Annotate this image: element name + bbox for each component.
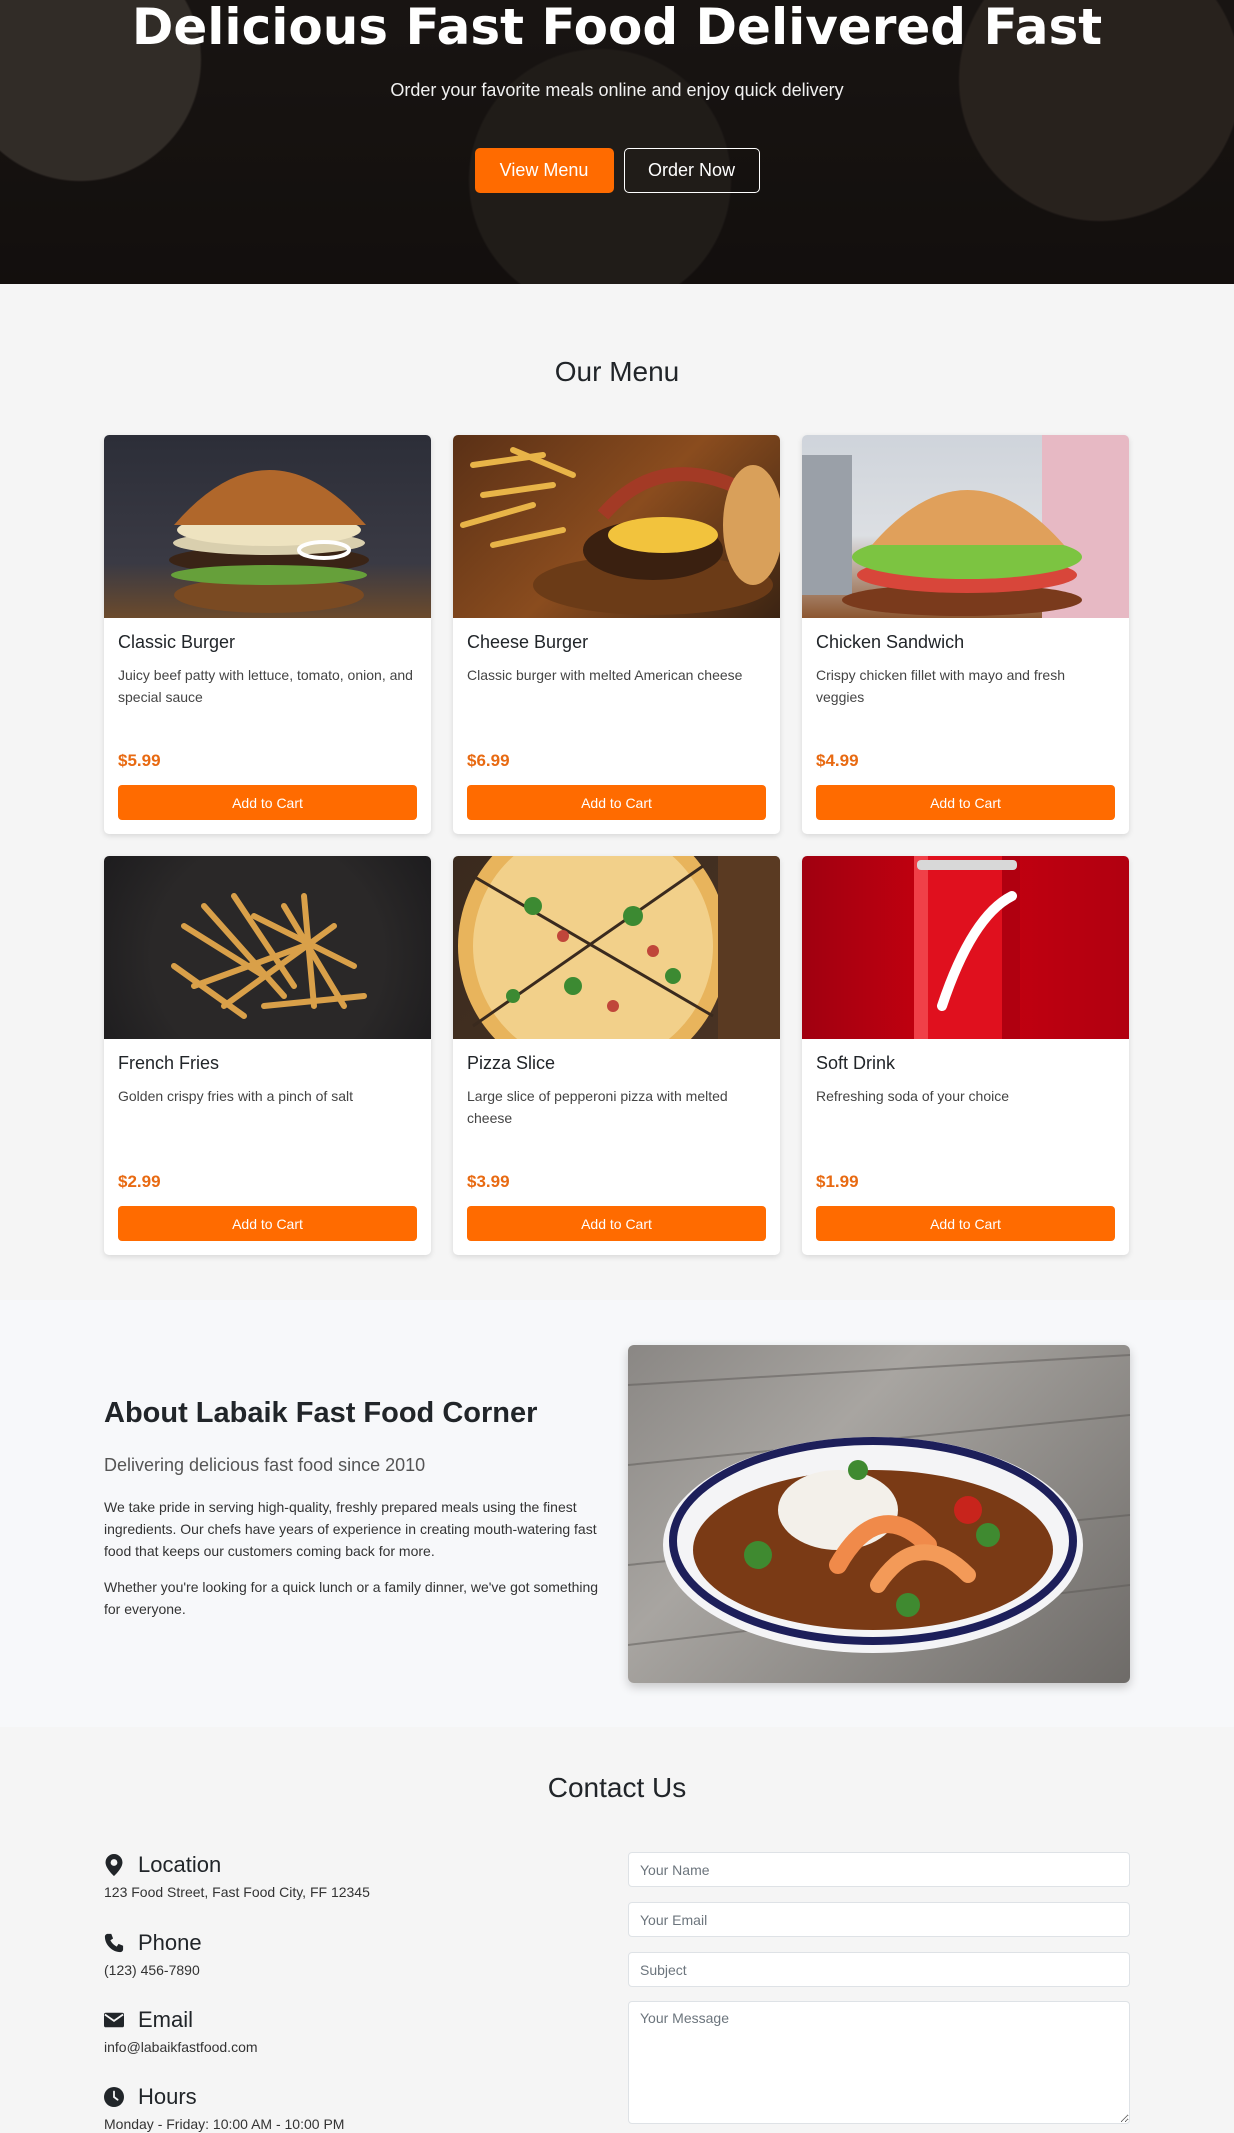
menu-card: French Fries Golden crispy fries with a … <box>104 856 431 1255</box>
about-lead: Delivering delicious fast food since 201… <box>104 1455 426 1475</box>
contact-phone: Phone (123) 456-7890 <box>104 1930 202 1978</box>
card-description: Juicy beef patty with lettuce, tomato, o… <box>118 667 413 705</box>
card-price: $6.99 <box>467 751 510 770</box>
hero-buttons: View Menu Order Now <box>0 148 1234 193</box>
card-price: $1.99 <box>816 1172 859 1191</box>
contact-location: Location 123 Food Street, Fast Food City… <box>104 1852 370 1900</box>
burger-image <box>104 435 431 618</box>
about-title: About Labaik Fast Food Corner <box>104 1397 538 1429</box>
pizza-image <box>453 856 780 1039</box>
name-field[interactable] <box>628 1852 1130 1887</box>
phone-value: (123) 456-7890 <box>104 1962 200 1978</box>
contact-hours: Hours Monday - Friday: 10:00 AM - 10:00 … <box>104 2084 344 2132</box>
add-to-cart-button[interactable]: Add to Cart <box>118 1206 417 1241</box>
card-description: Golden crispy fries with a pinch of salt <box>118 1088 353 1104</box>
subject-field[interactable] <box>628 1952 1130 1987</box>
card-title: French Fries <box>118 1053 220 1073</box>
envelope-icon <box>104 2012 124 2028</box>
add-to-cart-button[interactable]: Add to Cart <box>118 785 417 820</box>
location-value: 123 Food Street, Fast Food City, FF 1234… <box>104 1884 370 1900</box>
card-title: Cheese Burger <box>467 632 589 652</box>
card-title: Pizza Slice <box>467 1053 556 1073</box>
card-title: Classic Burger <box>118 632 236 652</box>
menu-card: Pizza Slice Large slice of pepperoni piz… <box>453 856 780 1255</box>
phone-icon <box>104 1933 124 1953</box>
hero-subtitle: Order your favorite meals online and enj… <box>390 80 844 100</box>
add-to-cart-button[interactable]: Add to Cart <box>467 785 766 820</box>
card-price: $3.99 <box>467 1172 510 1191</box>
about-paragraph: Whether you're looking for a quick lunch… <box>104 1579 599 1617</box>
menu-section: Our Menu Classic Burger Juicy beef patty… <box>0 284 1234 1300</box>
add-to-cart-button[interactable]: Add to Cart <box>467 1206 766 1241</box>
email-field[interactable] <box>628 1902 1130 1937</box>
hero-section: Delicious Fast Food Delivered Fast Order… <box>0 0 1234 284</box>
contact-email: Email info@labaikfastfood.com <box>104 2007 258 2055</box>
phone-label: Phone <box>138 1930 202 1955</box>
menu-title: Our Menu <box>554 356 680 387</box>
map-marker-icon <box>105 1854 123 1876</box>
card-description: Refreshing soda of your choice <box>816 1088 1009 1104</box>
fries-image <box>104 856 431 1039</box>
about-paragraph: We take pride in serving high-quality, f… <box>104 1499 597 1559</box>
menu-card: Soft Drink Refreshing soda of your choic… <box>802 856 1129 1255</box>
add-to-cart-button[interactable]: Add to Cart <box>816 1206 1115 1241</box>
message-field[interactable] <box>628 2001 1130 2124</box>
order-now-button[interactable]: Order Now <box>623 148 760 193</box>
about-section: About Labaik Fast Food Corner Delivering… <box>0 1300 1234 1727</box>
curry-bowl-image <box>628 1345 1130 1683</box>
cheese-burger-image <box>453 435 780 618</box>
card-title: Soft Drink <box>816 1053 896 1073</box>
card-description: Classic burger with melted American chee… <box>467 667 743 683</box>
hours-label: Hours <box>138 2084 197 2109</box>
card-price: $5.99 <box>118 751 161 770</box>
email-value: info@labaikfastfood.com <box>104 2039 258 2055</box>
menu-grid: Classic Burger Juicy beef patty with let… <box>104 435 1130 1255</box>
card-description: Large slice of pepperoni pizza with melt… <box>467 1088 728 1126</box>
email-label: Email <box>138 2007 194 2032</box>
card-price: $4.99 <box>816 751 859 770</box>
menu-card: Classic Burger Juicy beef patty with let… <box>104 435 431 834</box>
card-title: Chicken Sandwich <box>816 632 965 652</box>
hours-value: Monday - Friday: 10:00 AM - 10:00 PM <box>104 2116 345 2132</box>
location-label: Location <box>138 1852 222 1877</box>
card-description: Crispy chicken fillet with mayo and fres… <box>816 667 1065 705</box>
view-menu-button[interactable]: View Menu <box>474 148 614 193</box>
menu-card: Cheese Burger Classic burger with melted… <box>453 435 780 834</box>
contact-section: Contact Us Location 123 Food Street, Fas… <box>0 1727 1234 2133</box>
hero-title: Delicious Fast Food Delivered Fast <box>131 0 1103 56</box>
soda-can-image <box>802 856 1129 1039</box>
card-price: $2.99 <box>118 1172 161 1191</box>
clock-icon <box>104 2087 124 2107</box>
menu-card: Chicken Sandwich Crispy chicken fillet w… <box>802 435 1129 834</box>
chicken-sandwich-image <box>802 435 1129 618</box>
add-to-cart-button[interactable]: Add to Cart <box>816 785 1115 820</box>
contact-title: Contact Us <box>547 1772 687 1803</box>
